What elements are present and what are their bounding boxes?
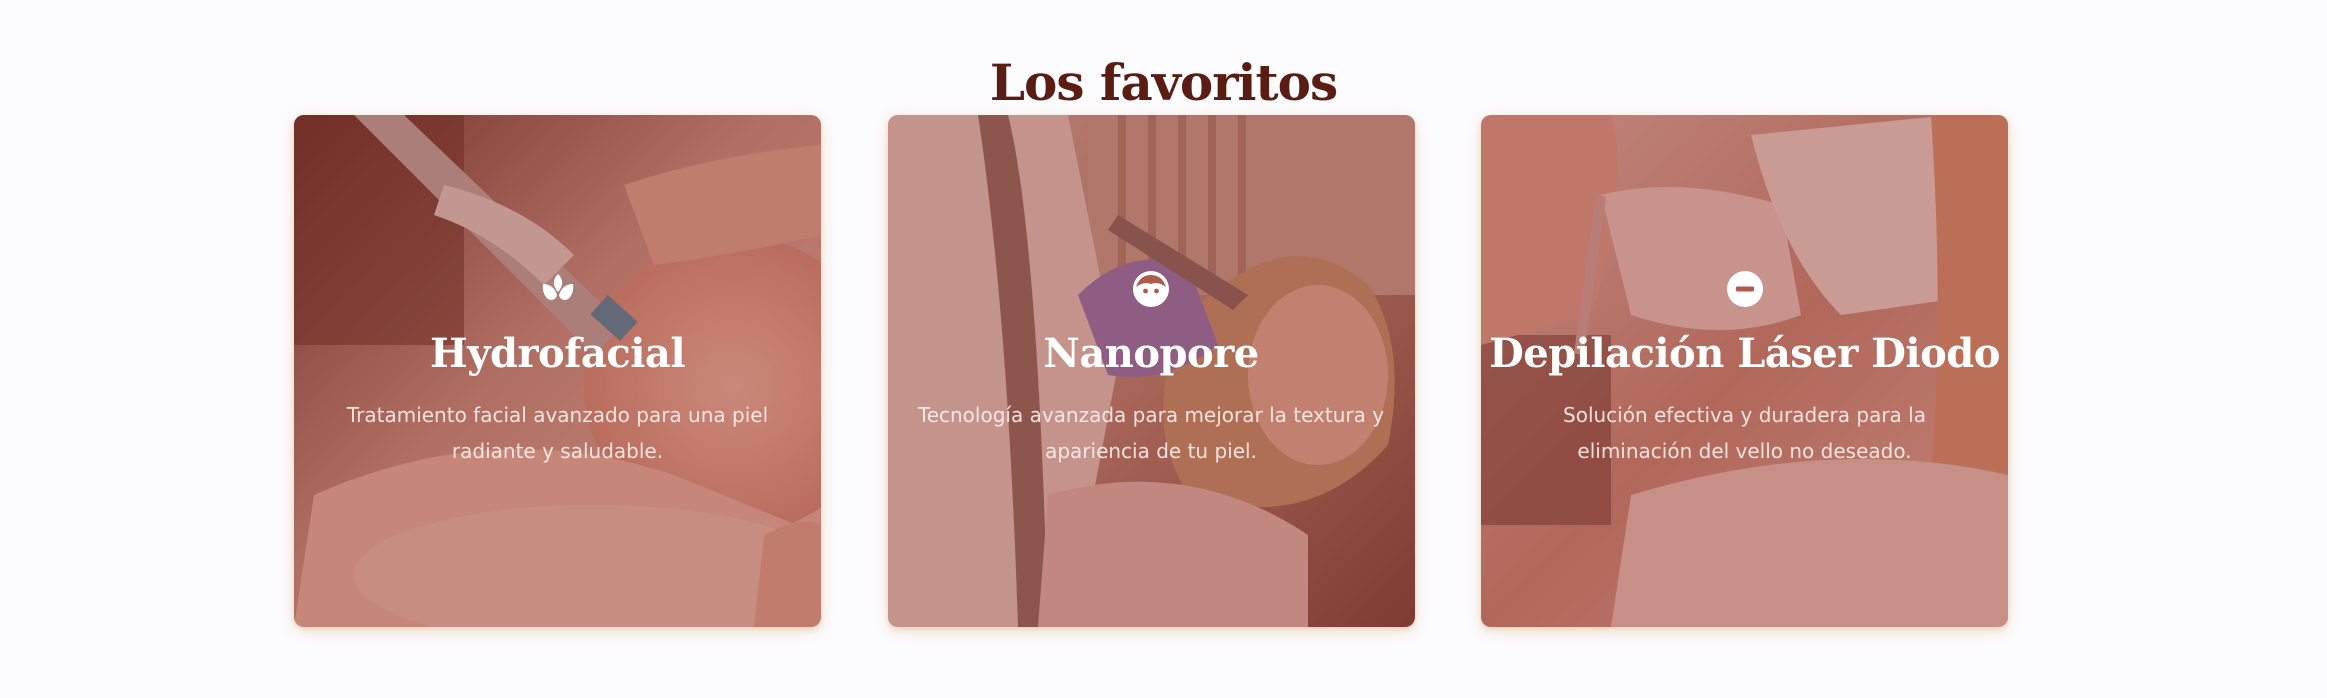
card-description: Solución efectiva y duradera para la eli… <box>1563 403 1926 463</box>
card-depilacion-laser-diodo[interactable]: Depilación Láser Diodo Solución efectiva… <box>1481 115 2008 627</box>
card-description: Tratamiento facial avanzado para una pie… <box>346 403 769 463</box>
card-content: Nanopore Tecnología avanzada para mejora… <box>888 270 1415 469</box>
card-description: Tecnología avanzada para mejorar la text… <box>917 403 1385 463</box>
section-title: Los favoritos <box>989 52 1338 112</box>
card-hydrofacial[interactable]: Hydrofacial Tratamiento facial avanzado … <box>294 115 821 627</box>
card-title: Nanopore <box>1043 330 1259 377</box>
minus-circle-icon <box>1726 271 1763 307</box>
card-title: Depilación Láser Diodo <box>1489 330 2000 377</box>
card-content: Depilación Láser Diodo Solución efectiva… <box>1481 270 2008 469</box>
favorites-card-list: Hydrofacial Tratamiento facial avanzado … <box>294 115 2008 627</box>
face-icon <box>1133 271 1169 307</box>
lotus-icon <box>542 274 573 300</box>
card-nanopore[interactable]: Nanopore Tecnología avanzada para mejora… <box>887 115 1415 627</box>
card-title: Hydrofacial <box>429 330 686 377</box>
card-content: Hydrofacial Tratamiento facial avanzado … <box>294 270 821 469</box>
